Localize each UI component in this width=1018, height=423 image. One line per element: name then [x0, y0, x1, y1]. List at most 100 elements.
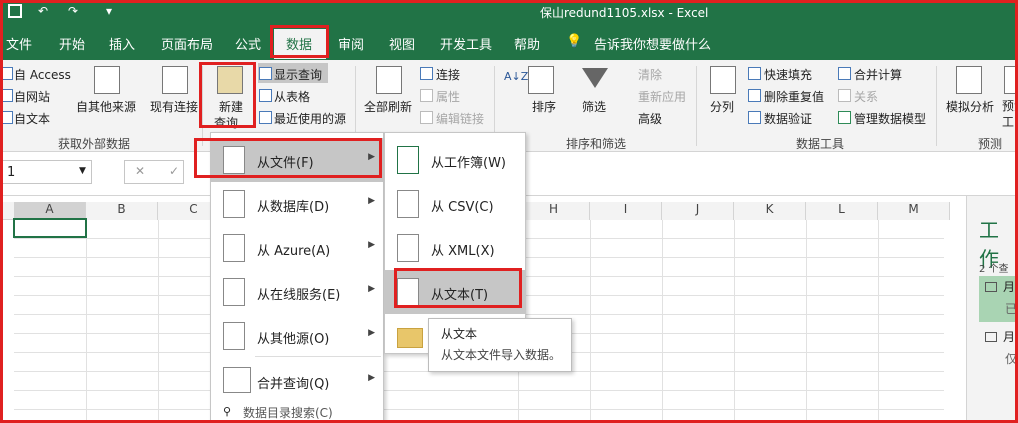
consolidate-icon [838, 67, 851, 80]
connections-button[interactable]: 连接 [436, 66, 460, 83]
relationships-icon [838, 89, 851, 102]
flash-fill-button[interactable]: 快速填充 [764, 66, 812, 83]
csv-file-icon [397, 190, 419, 218]
from-web-button[interactable]: 自网站 [14, 88, 50, 105]
column-header[interactable]: M [878, 202, 950, 220]
column-header[interactable]: K [734, 202, 806, 220]
file-icon [223, 146, 245, 174]
text-to-columns-icon [710, 66, 736, 94]
query-item[interactable]: 月 仅 [979, 326, 1018, 372]
refresh-all-button[interactable]: 全部刷新 [364, 98, 412, 115]
submenu-item-from-workbook[interactable]: 从工作簿(W) [385, 138, 525, 182]
grid-line [14, 409, 944, 410]
tell-me-search[interactable]: 告诉我你想要做什么 [594, 34, 711, 53]
menu-item-combine-queries[interactable]: 合并查询(Q) ▶ [211, 359, 383, 403]
remove-duplicates-button[interactable]: 删除重复值 [764, 88, 824, 105]
manage-data-model-icon [838, 111, 851, 124]
manage-data-model-button[interactable]: 管理数据模型 [854, 110, 926, 127]
selected-cell-a1[interactable] [13, 218, 87, 238]
text-to-columns-button[interactable]: 分列 [710, 98, 734, 115]
reapply-button[interactable]: 重新应用 [638, 88, 686, 105]
properties-button[interactable]: 属性 [436, 88, 460, 105]
tab-page-layout[interactable]: 页面布局 [161, 34, 213, 53]
show-queries-button[interactable]: 显示查询 [274, 66, 322, 83]
tab-data-label: 数据 [286, 38, 313, 53]
tab-review[interactable]: 审阅 [338, 34, 364, 53]
database-icon [223, 190, 245, 218]
consolidate-button[interactable]: 合并计算 [854, 66, 902, 83]
from-other-sources-button[interactable]: 自其他来源 [76, 98, 136, 115]
sort-az-icon[interactable]: A↓Z [504, 70, 528, 83]
ribbon-tabs: 文件 开始 插入 页面布局 公式 审阅 视图 开发工具 帮助 💡 告诉我你想要做… [0, 24, 1018, 60]
tab-home[interactable]: 开始 [59, 34, 85, 53]
name-box[interactable]: 1 ▼ [0, 160, 92, 184]
redo-icon[interactable]: ↷ [68, 4, 78, 18]
tab-formulas[interactable]: 公式 [235, 34, 261, 53]
column-header[interactable]: B [86, 202, 158, 220]
undo-icon[interactable]: ↶ [38, 4, 48, 18]
data-validation-button[interactable]: 数据验证 [764, 110, 812, 127]
text-file-icon [397, 278, 419, 306]
menu-item-from-other-sources[interactable]: 从其他源(O) ▶ [211, 314, 383, 358]
submenu-item-from-csv[interactable]: 从 CSV(C) [385, 182, 525, 226]
relationships-button[interactable]: 关系 [854, 88, 878, 105]
column-header[interactable]: L [806, 202, 878, 220]
menu-item-data-catalog-search[interactable]: ⚲ 数据目录搜索(C) [211, 401, 383, 423]
grid-line [14, 390, 944, 391]
recent-sources-icon [259, 111, 272, 124]
tab-insert[interactable]: 插入 [109, 34, 135, 53]
recent-sources-button[interactable]: 最近使用的源 [274, 110, 346, 127]
submenu-item-from-text[interactable]: 从文本(T) [385, 270, 525, 314]
menu-item-label: 从文件(F) [257, 156, 314, 171]
grid-line [86, 220, 87, 423]
tab-view[interactable]: 视图 [389, 34, 415, 53]
tab-data[interactable]: 数据 [274, 29, 326, 59]
menu-item-from-database[interactable]: 从数据库(D) ▶ [211, 182, 383, 226]
grid-line [878, 220, 879, 423]
existing-connections-button[interactable]: 现有连接 [150, 98, 198, 115]
clear-button[interactable]: 清除 [638, 66, 662, 83]
menu-item-from-azure[interactable]: 从 Azure(A) ▶ [211, 226, 383, 270]
access-icon [0, 67, 13, 80]
filter-button[interactable]: 筛选 [582, 98, 606, 115]
column-header[interactable]: J [662, 202, 734, 220]
query-item-name: 月 [1003, 280, 1016, 294]
query-item[interactable]: 月 已 [979, 276, 1018, 322]
tab-help[interactable]: 帮助 [514, 34, 540, 53]
advanced-button[interactable]: 高级 [638, 110, 662, 127]
menu-item-label: 数据目录搜索(C) [243, 406, 333, 420]
menu-item-from-file[interactable]: 从文件(F) ▶ [211, 138, 383, 182]
query-item-status: 已 [1005, 302, 1018, 316]
menu-item-label: 从数据库(D) [257, 200, 330, 215]
from-text-button[interactable]: 自文本 [14, 110, 50, 127]
chevron-right-icon: ▶ [368, 284, 375, 294]
customize-qat-icon[interactable]: ▾ [106, 4, 112, 18]
new-query-line1[interactable]: 新建 [219, 98, 243, 115]
menu-item-from-online-services[interactable]: 从在线服务(E) ▶ [211, 270, 383, 314]
tooltip-title: 从文本 [441, 327, 478, 341]
ribbon-separator [696, 66, 697, 146]
submenu-item-label: 从 CSV(C) [431, 200, 494, 215]
cancel-entry-icon[interactable]: ✕ [135, 164, 145, 178]
refresh-all-icon [376, 66, 402, 94]
from-table-button[interactable]: 从表格 [274, 88, 310, 105]
window-title: 保山redund1105.xlsx - Excel [540, 6, 709, 20]
submenu-item-from-xml[interactable]: 从 XML(X) [385, 226, 525, 270]
new-query-line2[interactable]: 查询 [214, 114, 238, 131]
from-table-icon [259, 89, 272, 102]
forecast-sheet-button[interactable]: 预测 工 [1002, 98, 1018, 130]
save-icon[interactable] [8, 4, 22, 18]
what-if-button[interactable]: 模拟分析 [946, 98, 994, 115]
tab-file[interactable]: 文件 [6, 34, 32, 53]
sort-button[interactable]: 排序 [532, 98, 556, 115]
column-header[interactable]: I [590, 202, 662, 220]
edit-links-button[interactable]: 编辑链接 [436, 110, 484, 127]
from-access-button[interactable]: 自 Access [14, 66, 71, 83]
tab-developer[interactable]: 开发工具 [440, 34, 492, 53]
submenu-item-label: 从文本(T) [431, 288, 489, 303]
chevron-down-icon[interactable]: ▼ [79, 166, 86, 176]
confirm-entry-icon[interactable]: ✓ [169, 164, 179, 178]
name-box-value: 1 [7, 165, 16, 180]
combine-icon [223, 367, 251, 393]
column-header[interactable]: H [518, 202, 590, 220]
